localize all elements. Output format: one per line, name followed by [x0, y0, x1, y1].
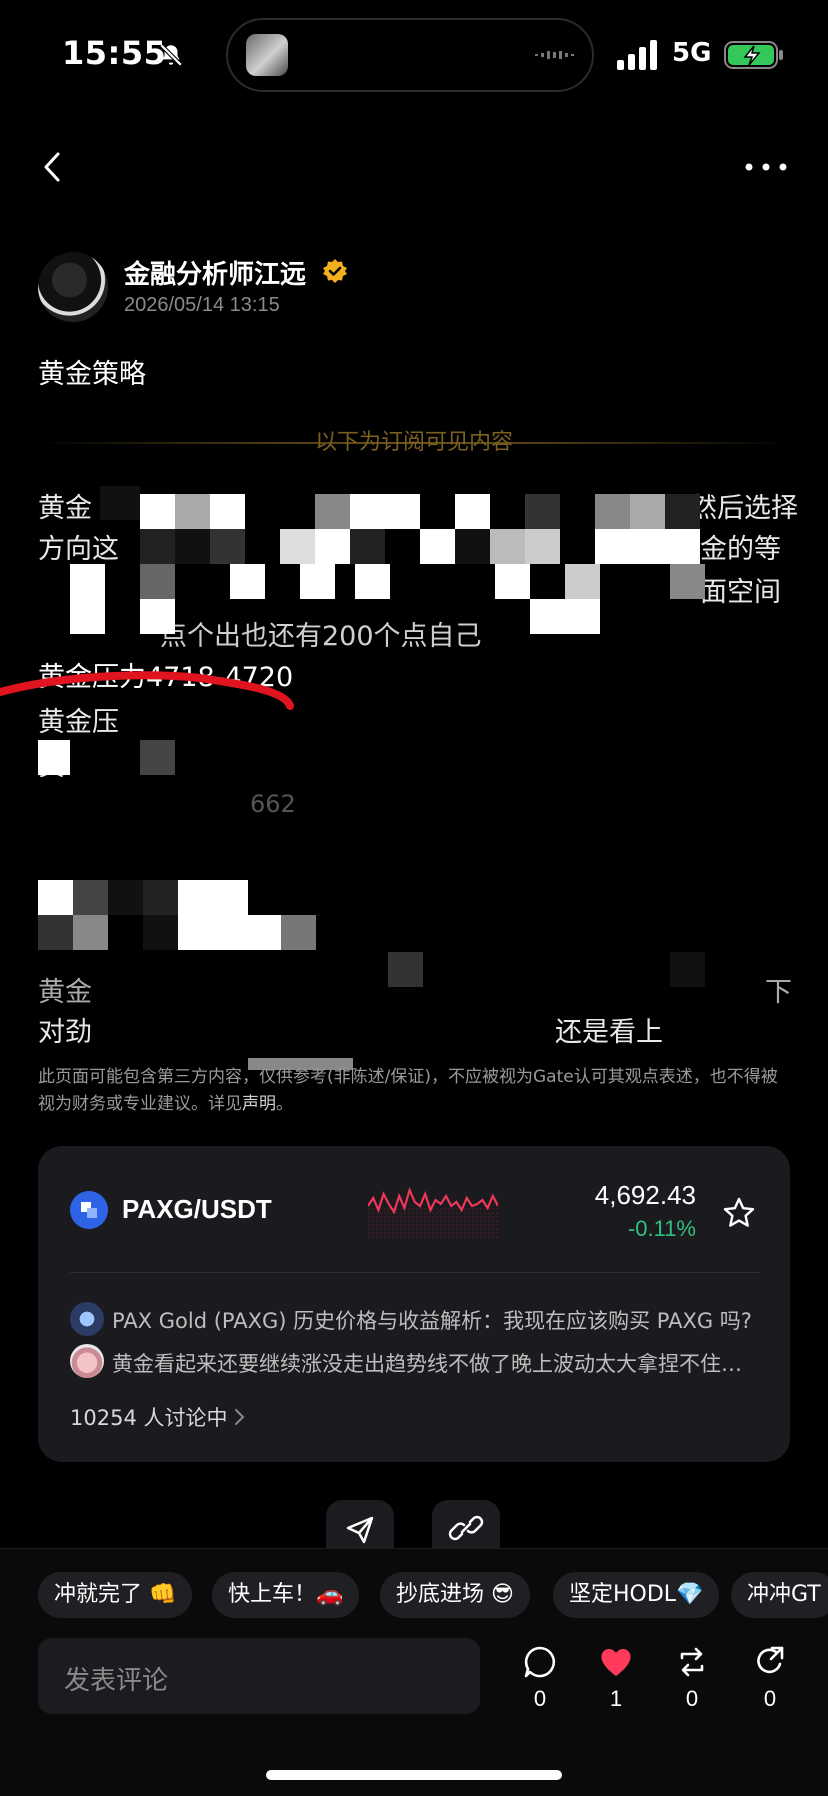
quick-reply-chip[interactable]: 抄底进场 😎 — [380, 1572, 530, 1618]
audio-wave-icon — [535, 51, 574, 59]
body-text: 黄金 — [38, 977, 92, 1008]
chevron-right-icon — [235, 1409, 245, 1425]
trading-pair[interactable]: PAXG/USDT — [122, 1194, 272, 1225]
quick-reply-chip[interactable]: 快上车！🚗 — [212, 1572, 360, 1618]
status-time: 15:55 — [62, 34, 167, 72]
related-post-avatar — [70, 1344, 104, 1378]
verified-badge-icon — [323, 259, 347, 283]
network-type: 5G — [672, 38, 712, 68]
heart-icon[interactable] — [598, 1644, 634, 1680]
card-divider — [70, 1272, 760, 1273]
like-count: 1 — [609, 1686, 623, 1711]
price-change: -0.11% — [627, 1216, 696, 1241]
bell-slash-icon — [159, 43, 183, 67]
battery-charging-icon — [724, 41, 783, 69]
body-text: 对劲 — [38, 1017, 92, 1048]
paxg-coin-icon — [70, 1191, 108, 1229]
body-text: 然后选择 — [690, 493, 798, 524]
link-icon — [448, 1515, 484, 1541]
more-options-button[interactable] — [744, 162, 788, 172]
related-post-avatar — [70, 1302, 104, 1336]
post-title: 黄金策略 — [38, 359, 146, 390]
post-date: 2026/05/14 13:15 — [124, 294, 280, 316]
coin-price: 4,692.43 — [594, 1180, 696, 1210]
share-icon[interactable] — [752, 1644, 788, 1680]
comment-count: 0 — [533, 1686, 547, 1711]
signal-icon — [617, 40, 657, 70]
back-button[interactable] — [38, 150, 68, 184]
share-count: 0 — [763, 1686, 777, 1711]
disclaimer-link[interactable]: 声明 — [242, 1094, 276, 1114]
body-text: 点个出也还有200个点自己 — [160, 621, 482, 652]
quick-reply-chip[interactable]: 坚定HODL💎 — [553, 1572, 720, 1618]
body-text: 黄金 — [38, 493, 92, 524]
disclaimer-text: 此页面可能包含第三方内容，仅供参考(非陈述/保证)，不应被视为Gate认可其观点… — [38, 1067, 778, 1114]
red-underline-mark — [0, 671, 294, 710]
body-text: 下 — [765, 977, 792, 1008]
body-text: 方向这 — [38, 534, 119, 565]
discussion-count-link[interactable]: 10254 人讨论中 — [70, 1402, 227, 1432]
repost-icon[interactable] — [674, 1644, 710, 1680]
comment-placeholder: 发表评论 — [64, 1666, 169, 1696]
body-text: 还是看上 — [555, 1017, 663, 1048]
body-text: 662 — [250, 790, 296, 818]
related-post-link[interactable]: PAX Gold (PAXG) 历史价格与收益解析：我现在应该购买 PAXG 吗… — [112, 1305, 762, 1335]
favorite-star-icon[interactable] — [722, 1196, 756, 1230]
author-name[interactable]: 金融分析师江远 — [124, 254, 306, 291]
quick-reply-chip[interactable]: 冲冲GT — [731, 1572, 828, 1618]
price-sparkline — [368, 1186, 498, 1240]
author-avatar[interactable] — [38, 252, 108, 322]
subscription-notice: 以下为订阅可见内容 — [314, 430, 513, 455]
body-text: 金的等 — [700, 534, 781, 565]
send-icon — [346, 1516, 374, 1544]
repost-count: 0 — [685, 1686, 699, 1711]
comment-icon[interactable] — [522, 1644, 558, 1680]
body-text: 面空间 — [700, 577, 781, 608]
quick-reply-chip[interactable]: 冲就完了 👊 — [38, 1572, 193, 1618]
now-playing-thumbnail[interactable] — [246, 34, 288, 76]
related-post-link[interactable]: 黄金看起来还要继续涨没走出趋势线不做了晚上波动太大拿捏不住… — [112, 1348, 762, 1378]
home-indicator[interactable] — [266, 1770, 562, 1780]
sparkline-dots — [368, 1206, 498, 1240]
